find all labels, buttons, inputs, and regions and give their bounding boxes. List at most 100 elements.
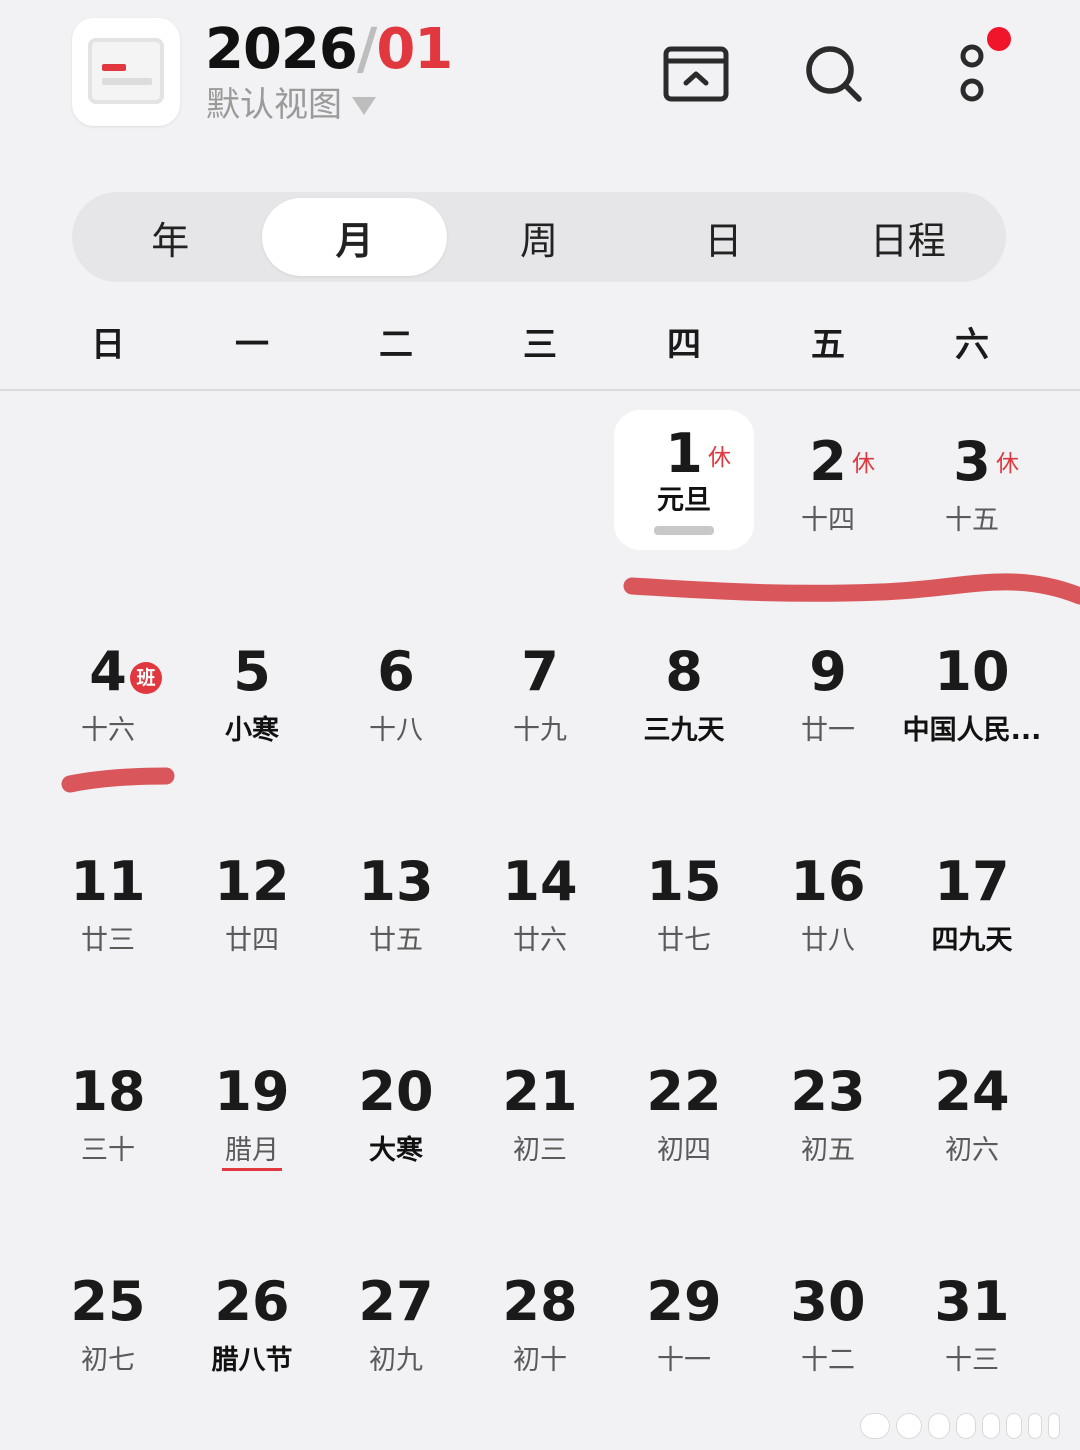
week-row: 18 三十 19 腊月 20 大寒 21 初三 22 初四 23 初五 24 初六 <box>36 1022 1044 1232</box>
lunar-label: 元旦 <box>657 485 711 516</box>
lunar-label: 初五 <box>801 1135 855 1166</box>
notification-dot <box>987 27 1011 51</box>
day-cell[interactable]: 20 大寒 <box>324 1022 468 1232</box>
day-cell[interactable]: 13 廿五 <box>324 812 468 1022</box>
lunar-label: 廿六 <box>513 925 567 956</box>
weekday-label: 五 <box>811 325 845 365</box>
day-number: 10 <box>934 640 1010 703</box>
holiday-rest-badge: 休 <box>708 445 731 471</box>
day-cell[interactable]: 29 十一 <box>612 1232 756 1442</box>
day-cell[interactable]: 19 腊月 <box>180 1022 324 1232</box>
day-number: 9 <box>809 640 847 703</box>
lunar-label: 初十 <box>513 1345 567 1376</box>
tab-0[interactable]: 年 <box>78 198 262 276</box>
day-cell[interactable]: 25 初七 <box>36 1232 180 1442</box>
weekday-header: 日一二三四五六 <box>36 318 1044 372</box>
day-cell[interactable]: 8 三九天 <box>612 602 756 812</box>
day-cell[interactable]: 27 初九 <box>324 1232 468 1442</box>
lunar-label: 廿四 <box>225 925 279 956</box>
lunar-label: 中国人民... <box>902 715 1042 746</box>
day-number: 1 <box>665 422 703 485</box>
day-cell[interactable]: 4 十六班 <box>36 602 180 812</box>
day-number: 11 <box>70 850 146 913</box>
view-selector[interactable]: 默认视图 <box>206 84 376 126</box>
lunar-label: 十六 <box>81 715 135 746</box>
day-number: 6 <box>377 640 415 703</box>
day-number: 3 <box>953 430 991 493</box>
day-cell[interactable]: 2 十四 休 <box>756 392 900 602</box>
day-number: 27 <box>358 1270 434 1333</box>
day-number: 19 <box>214 1060 290 1123</box>
day-cell[interactable]: 10 中国人民... <box>900 602 1044 812</box>
day-number: 7 <box>521 640 559 703</box>
view-selector-label: 默认视图 <box>206 85 342 125</box>
day-number: 2 <box>809 430 847 493</box>
tab-3[interactable]: 日 <box>631 198 815 276</box>
day-cell[interactable]: 3 十五 休 <box>900 392 1044 602</box>
day-cell[interactable]: 21 初三 <box>468 1022 612 1232</box>
day-cell[interactable]: 26 腊八节 <box>180 1232 324 1442</box>
day-number: 30 <box>790 1270 866 1333</box>
event-indicator-bar <box>654 526 714 535</box>
app-calendar-icon[interactable] <box>72 18 180 126</box>
lunar-label: 十九 <box>513 715 567 746</box>
tab-1[interactable]: 月 <box>262 198 447 276</box>
weekday-label: 六 <box>955 325 989 365</box>
day-number: 23 <box>790 1060 866 1123</box>
day-cell[interactable]: 18 三十 <box>36 1022 180 1232</box>
day-number: 15 <box>646 850 722 913</box>
holiday-rest-badge: 休 <box>852 451 875 477</box>
weekday-label: 三 <box>523 325 557 365</box>
month-title[interactable]: 2026/01 <box>205 18 453 82</box>
lunar-label: 初六 <box>945 1135 999 1166</box>
week-row: 11 廿三 12 廿四 13 廿五 14 廿六 15 廿七 16 廿八 17 四九天 <box>36 812 1044 1022</box>
day-number: 28 <box>502 1270 578 1333</box>
empty-cell <box>36 392 180 602</box>
month-grid: 1 元旦休 2 十四休 3 十五休 4 十六班 5 小寒 6 十八 7 十九 8 三九天 9 廿一 10 中国人民..… <box>36 392 1044 1442</box>
day-cell[interactable]: 23 初五 <box>756 1022 900 1232</box>
day-cell[interactable]: 15 廿七 <box>612 812 756 1022</box>
day-cell[interactable]: 22 初四 <box>612 1022 756 1232</box>
day-number: 16 <box>790 850 866 913</box>
day-cell[interactable]: 6 十八 <box>324 602 468 812</box>
lunar-label: 腊八节 <box>211 1345 293 1376</box>
empty-cell <box>324 392 468 602</box>
empty-cell <box>180 392 324 602</box>
day-number: 24 <box>934 1060 1010 1123</box>
lunar-label: 十三 <box>945 1345 999 1376</box>
holiday-rest-badge: 休 <box>996 451 1019 477</box>
collapse-icon[interactable] <box>660 38 732 110</box>
lunar-label: 廿八 <box>801 925 855 956</box>
day-cell[interactable]: 7 十九 <box>468 602 612 812</box>
lunar-label: 十五 <box>945 505 999 536</box>
lunar-label: 初九 <box>369 1345 423 1376</box>
day-cell[interactable]: 14 廿六 <box>468 812 612 1022</box>
day-number: 14 <box>502 850 578 913</box>
day-number: 31 <box>934 1270 1010 1333</box>
search-icon[interactable] <box>798 38 870 110</box>
lunar-label: 三九天 <box>643 715 725 746</box>
weekday-label: 日 <box>91 325 125 365</box>
lunar-label: 十一 <box>657 1345 711 1376</box>
lunar-label: 十八 <box>369 715 423 746</box>
divider <box>0 389 1080 391</box>
workday-badge: 班 <box>130 662 162 694</box>
caret-down-icon <box>352 97 376 115</box>
lunar-label: 腊月 <box>225 1135 279 1166</box>
day-cell[interactable]: 24 初六 <box>900 1022 1044 1232</box>
day-cell[interactable]: 11 廿三 <box>36 812 180 1022</box>
day-cell[interactable]: 17 四九天 <box>900 812 1044 1022</box>
day-number: 20 <box>358 1060 434 1123</box>
day-cell[interactable]: 28 初十 <box>468 1232 612 1442</box>
week-row: 1 元旦休 2 十四休 3 十五休 <box>36 392 1044 602</box>
tab-2[interactable]: 周 <box>447 198 631 276</box>
tab-4[interactable]: 日程 <box>816 198 1000 276</box>
day-cell[interactable]: 1 元旦 休 <box>612 392 756 602</box>
lunar-label: 初三 <box>513 1135 567 1166</box>
lunar-label: 廿三 <box>81 925 135 956</box>
lunar-label: 四九天 <box>931 925 1013 956</box>
day-cell[interactable]: 16 廿八 <box>756 812 900 1022</box>
day-cell[interactable]: 9 廿一 <box>756 602 900 812</box>
day-cell[interactable]: 12 廿四 <box>180 812 324 1022</box>
day-cell[interactable]: 5 小寒 <box>180 602 324 812</box>
